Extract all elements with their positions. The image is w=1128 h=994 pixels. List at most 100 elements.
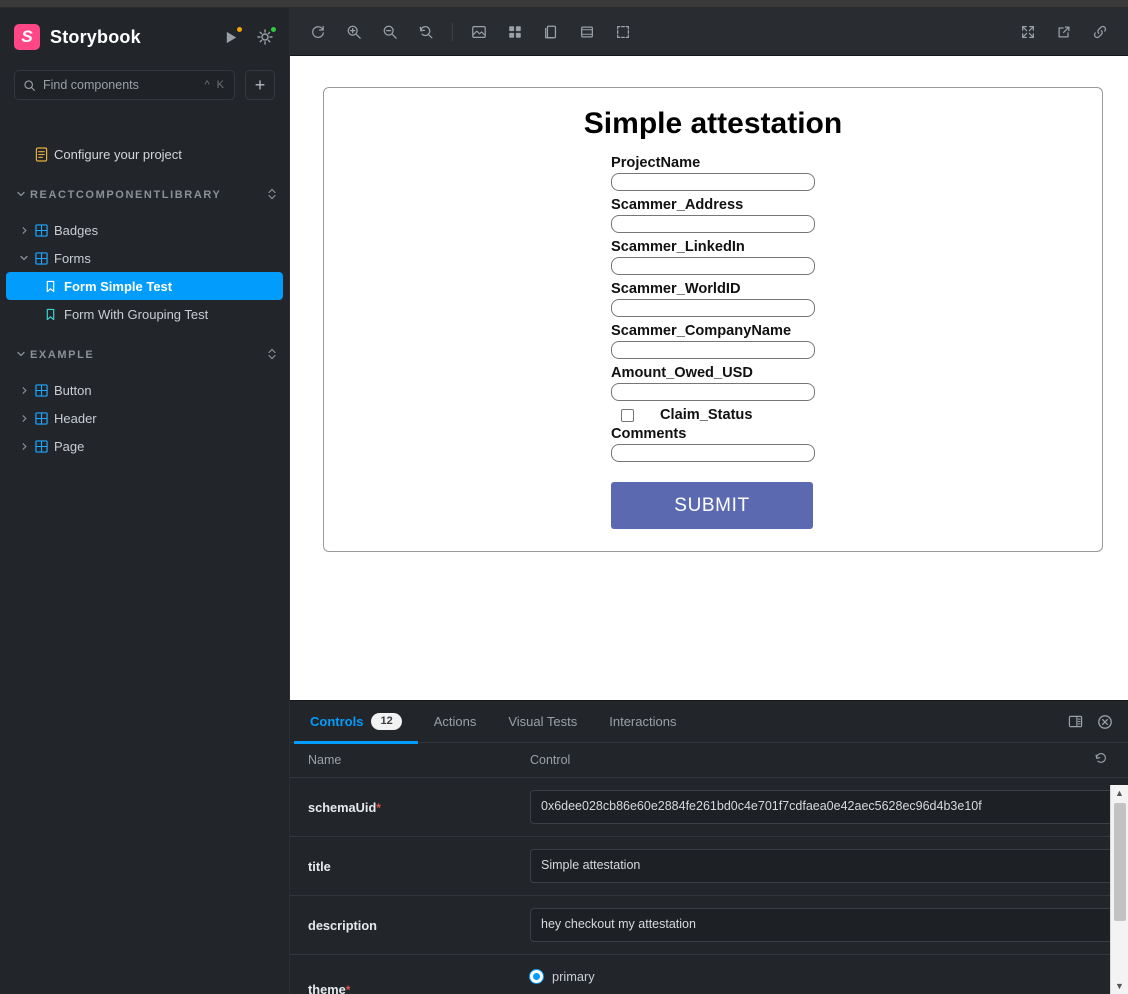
scammer-companyname-input[interactable] [611,341,815,359]
claim-status-row: Claim_Status [621,407,815,424]
scroll-down-arrow-icon[interactable]: ▼ [1111,978,1128,994]
title-textarea[interactable]: Simple attestation [530,849,1128,883]
background-icon[interactable] [465,18,493,46]
remount-icon[interactable] [304,18,332,46]
panel-position-icon[interactable] [1064,711,1086,733]
app-title: Storybook [50,26,141,47]
chevron-right-icon [16,442,32,451]
chevron-right-icon [16,414,32,423]
component-grid-icon [32,223,50,237]
schemauid-textarea[interactable]: 0x6dee028cb86e60e2884fe261bd0c4e701f7cdf… [530,790,1128,824]
shortcuts-icon[interactable] [221,25,244,47]
reset-controls-icon[interactable] [1094,751,1108,768]
toolbar-right-group [1010,18,1118,46]
search-input[interactable]: Find components ^ K [14,70,235,100]
zoom-reset-icon[interactable] [412,18,440,46]
control-value-cell: hey checkout my attestation [512,895,1128,955]
tab-label: Interactions [609,714,677,729]
outline-icon[interactable] [573,18,601,46]
sidebar-item-label: Badges [54,222,99,238]
tab-controls[interactable]: Controls 12 [294,701,418,744]
sidebar-item-label: Forms [54,250,91,266]
sidebar-item-form-simple-test[interactable]: Form Simple Test [6,272,283,300]
component-grid-icon [32,439,50,453]
sidebar-item-forms[interactable]: Forms [6,244,283,272]
chevron-right-icon [16,386,32,395]
sidebar-section-example[interactable]: EXAMPLE [6,342,283,368]
grid-icon[interactable] [501,18,529,46]
zoom-in-icon[interactable] [340,18,368,46]
description-textarea[interactable]: hey checkout my attestation [530,908,1128,942]
sidebar-item-label: Configure your project [54,146,182,162]
tab-actions[interactable]: Actions [418,701,493,743]
close-panel-icon[interactable] [1094,711,1116,733]
field-label: Scammer_CompanyName [611,323,792,339]
projectname-input[interactable] [611,173,815,191]
chevron-down-icon [16,253,32,263]
table-row: schemaUid* 0x6dee028cb86e60e2884fe261bd0… [290,777,1128,837]
claim-status-checkbox[interactable] [621,409,634,422]
sidebar-brand-row: S Storybook [0,8,289,66]
sidebar-item-configure-your-project[interactable]: Configure your project [6,140,283,168]
sidebar-section-reactcomponentlibrary[interactable]: REACTCOMPONENTLIBRARY [6,182,283,208]
tab-visual-tests[interactable]: Visual Tests [492,701,593,743]
expand-collapse-all-icon[interactable] [267,347,277,364]
table-row: title Simple attestation [290,836,1128,896]
control-name-label: description [308,917,377,933]
sidebar-search-row: Find components ^ K + [0,70,289,100]
settings-badge-dot [269,25,278,34]
open-new-tab-icon[interactable] [1050,18,1078,46]
panel-scrollbar[interactable]: ▲ ▼ [1110,785,1128,994]
expand-collapse-all-icon[interactable] [267,187,277,204]
sidebar-item-label: Page [54,438,85,454]
zoom-out-icon[interactable] [376,18,404,46]
comments-input[interactable] [611,444,815,462]
column-header-name: Name [290,743,512,778]
story-frame: Simple attestation ProjectName Scammer_A… [323,87,1103,552]
field-label: Scammer_Address [611,197,744,213]
submit-button[interactable]: SUBMIT [611,482,813,529]
field-group: Amount_Owed_USD [611,365,815,401]
field-label: Comments [611,426,687,442]
table-row: theme* primary [290,954,1128,994]
story-bookmark-icon [42,308,58,321]
controls-count-badge: 12 [371,712,402,731]
search-shortcut-hint: ^ K [204,79,226,91]
tab-interactions[interactable]: Interactions [593,701,692,743]
main-area: Simple attestation ProjectName Scammer_A… [290,8,1128,994]
controls-table-body: schemaUid* 0x6dee028cb86e60e2884fe261bd0… [290,777,1128,994]
sidebar-item-badges[interactable]: Badges [6,216,283,244]
field-group: Comments [611,426,815,462]
measure-icon[interactable] [537,18,565,46]
control-name-label: title [308,858,331,874]
amount-owed-usd-input[interactable] [611,383,815,401]
viewport-icon[interactable] [609,18,637,46]
sidebar-item-page[interactable]: Page [6,432,283,460]
scrollbar-thumb[interactable] [1113,803,1126,921]
field-label: Scammer_WorldID [611,281,741,297]
settings-gear-icon[interactable] [255,25,278,47]
panel-tab-bar: Controls 12 Actions Visual Tests Interac… [290,701,1128,744]
control-name-label: schemaUid [308,799,377,815]
story-bookmark-icon [42,280,58,293]
scammer-address-input[interactable] [611,215,815,233]
add-component-button[interactable]: + [245,70,275,100]
sidebar-item-label: Button [54,382,92,398]
sidebar-item-button[interactable]: Button [6,376,283,404]
scroll-up-arrow-icon[interactable]: ▲ [1111,785,1128,801]
chevron-down-icon [16,189,26,202]
storybook-logo-icon: S [14,24,40,50]
sidebar-item-header[interactable]: Header [6,404,283,432]
field-group: ProjectName [611,155,815,191]
fullscreen-icon[interactable] [1014,18,1042,46]
panel-actions [1064,711,1128,733]
scammer-worldid-input[interactable] [611,299,815,317]
form-fields: ProjectName Scammer_Address Scammer_Link… [611,155,815,529]
theme-option-primary[interactable]: primary [530,969,1128,984]
field-label: Claim_Status [660,407,753,423]
scammer-linkedin-input[interactable] [611,257,815,275]
theme-radio-group: primary secondary [530,967,1128,994]
chevron-down-icon [16,349,26,362]
sidebar-item-form-with-grouping-test[interactable]: Form With Grouping Test [6,300,283,328]
copy-link-icon[interactable] [1086,18,1114,46]
